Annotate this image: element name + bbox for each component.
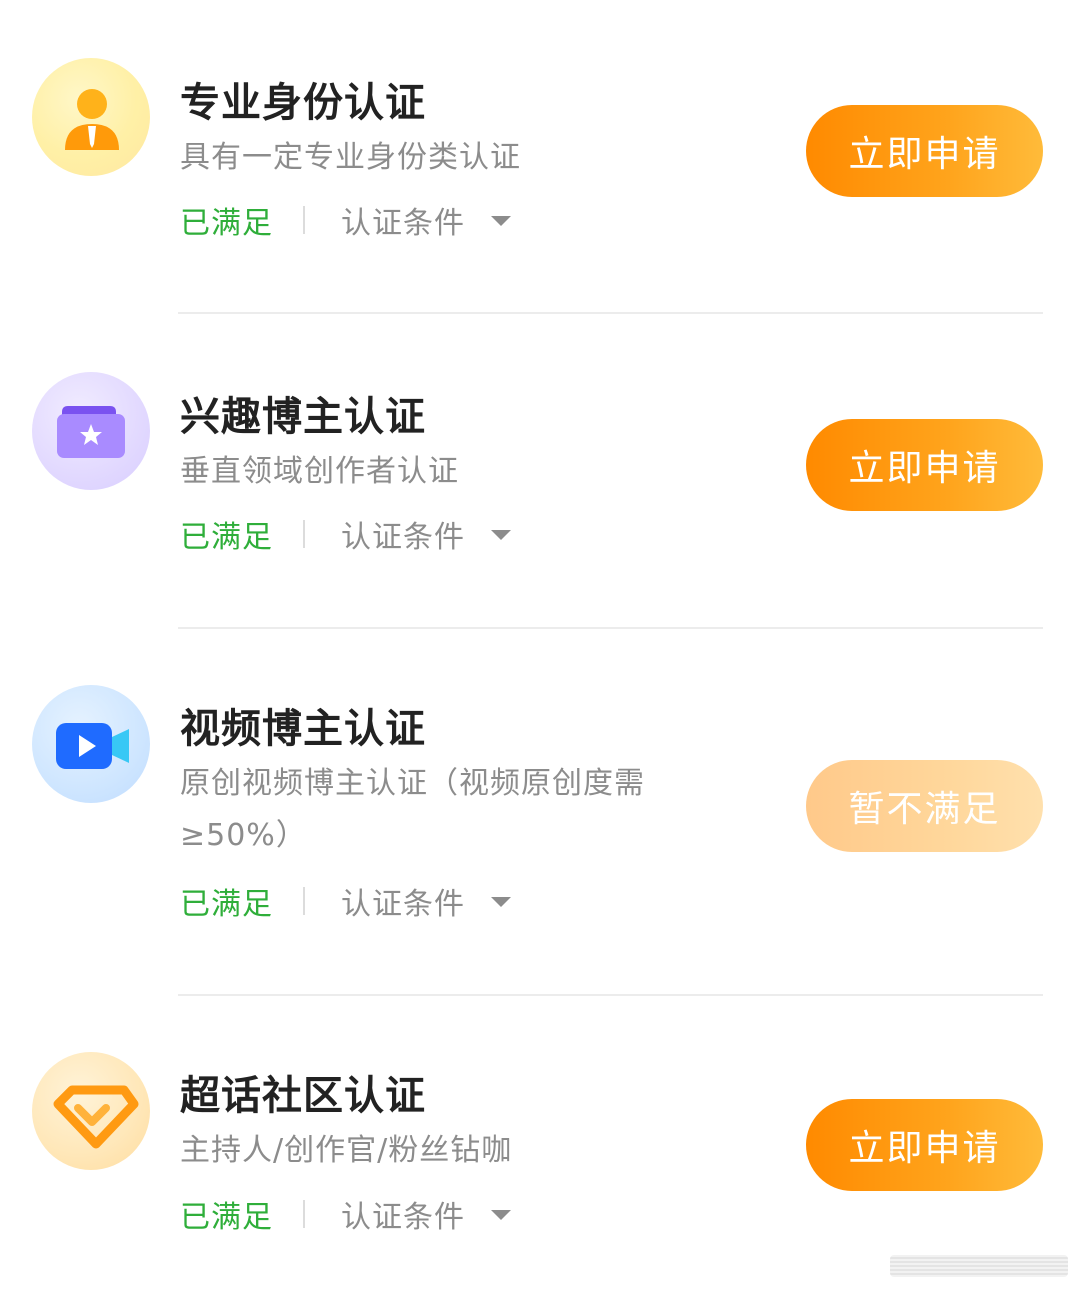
apply-button[interactable]: 立即申请	[806, 105, 1043, 197]
status-label: 已满足	[180, 520, 273, 555]
folder-star-icon	[32, 372, 150, 490]
diamond-icon	[32, 1052, 150, 1170]
not-eligible-button[interactable]: 暂不满足	[806, 760, 1043, 852]
caret-down-icon[interactable]	[491, 897, 511, 907]
item-meta: 已满足 认证条件	[180, 512, 511, 556]
status-label: 已满足	[180, 1200, 273, 1235]
item-description: 垂直领域创作者认证	[180, 454, 459, 489]
item-title: 兴趣博主认证	[180, 394, 426, 440]
item-description: 主持人/创作官/粉丝钻咖	[180, 1133, 513, 1168]
status-label: 已满足	[180, 206, 273, 241]
verification-card: 专业身份认证 具有一定专业身份类认证 已满足 认证条件 立即申请 兴趣博主认证 …	[0, 0, 1082, 1298]
item-title: 专业身份认证	[180, 80, 426, 126]
item-divider	[178, 627, 1043, 629]
item-meta: 已满足 认证条件	[180, 198, 511, 242]
item-divider	[178, 312, 1043, 314]
item-title: 视频博主认证	[180, 706, 426, 752]
item-meta: 已满足 认证条件	[180, 1192, 511, 1236]
item-description: 原创视频博主认证（视频原创度需≥50%）	[180, 766, 645, 853]
conditions-toggle[interactable]: 认证条件	[341, 198, 465, 242]
apply-button[interactable]: 立即申请	[806, 419, 1043, 511]
meta-divider	[303, 1200, 305, 1228]
conditions-toggle[interactable]: 认证条件	[341, 879, 465, 923]
meta-divider	[303, 887, 305, 915]
caret-down-icon[interactable]	[491, 530, 511, 540]
item-divider	[178, 994, 1043, 996]
status-label: 已满足	[180, 887, 273, 922]
item-meta: 已满足 认证条件	[180, 879, 511, 923]
conditions-toggle[interactable]: 认证条件	[341, 1192, 465, 1236]
caret-down-icon[interactable]	[491, 1210, 511, 1220]
conditions-toggle[interactable]: 认证条件	[341, 512, 465, 556]
meta-divider	[303, 206, 305, 234]
person-badge-icon	[32, 58, 150, 176]
scroll-indicator	[890, 1255, 1068, 1277]
apply-button[interactable]: 立即申请	[806, 1099, 1043, 1191]
item-title: 超话社区认证	[180, 1073, 426, 1119]
video-camera-icon	[32, 685, 150, 803]
meta-divider	[303, 520, 305, 548]
caret-down-icon[interactable]	[491, 216, 511, 226]
item-description: 具有一定专业身份类认证	[180, 140, 521, 175]
